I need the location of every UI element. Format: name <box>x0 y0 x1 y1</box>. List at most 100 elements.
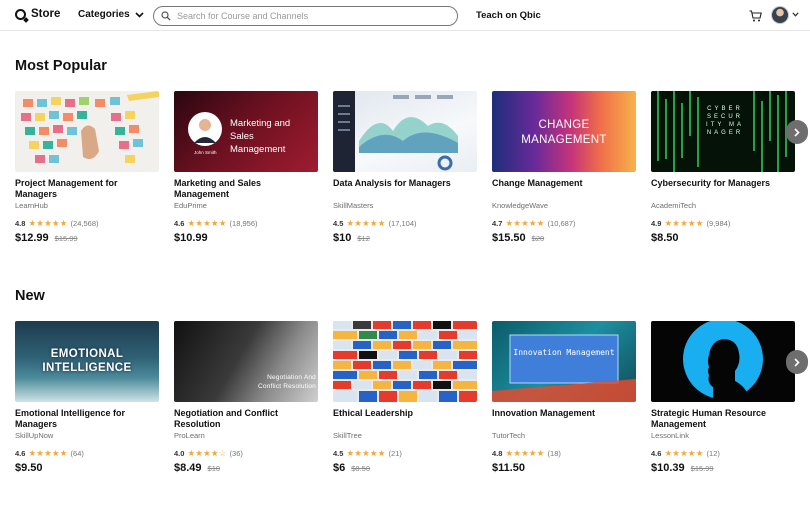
course-thumbnail: Marketing and Sales Management John Smit… <box>174 91 318 172</box>
course-price: $11.50 <box>492 462 636 474</box>
rating-value: 4.9 <box>651 219 662 228</box>
course-thumbnail: Innovation Management <box>492 321 636 402</box>
current-price: $6 <box>333 462 346 474</box>
course-title[interactable]: Ethical Leadership <box>333 408 477 429</box>
course-thumbnail <box>651 321 795 402</box>
star-rating-icon: ★★★★★ <box>505 448 545 458</box>
course-card[interactable]: CHANGE MANAGEMENT Change Management Know… <box>492 91 636 244</box>
star-rating-icon: ★★★★★ <box>28 448 68 458</box>
rating-count: (64) <box>70 449 84 458</box>
user-avatar[interactable] <box>771 6 789 24</box>
search-input[interactable] <box>177 11 447 21</box>
chevron-down-icon <box>135 11 144 18</box>
rating-value: 4.0 <box>174 449 185 458</box>
rating-count: (12) <box>706 449 720 458</box>
course-title[interactable]: Negotiation and Conflict Resolution <box>174 408 318 429</box>
search-icon <box>161 11 171 21</box>
course-price: $10 $12 <box>333 232 477 244</box>
course-provider: ProLearn <box>174 431 205 440</box>
course-card[interactable]: Strategic Human Resource Management Less… <box>651 321 795 474</box>
course-title[interactable]: Change Management <box>492 178 636 199</box>
categories-menu[interactable]: Categories <box>78 9 144 20</box>
course-rating: 4.6 ★★★★★ (64) <box>15 448 159 459</box>
star-rating-icon: ★★★★★ <box>346 218 386 228</box>
chevron-right-icon <box>794 127 800 137</box>
course-title[interactable]: Project Management for Managers <box>15 178 159 199</box>
course-title[interactable]: Emotional Intelligence for Managers <box>15 408 159 429</box>
course-provider: AcademiTech <box>651 201 697 210</box>
course-card[interactable]: Marketing and Sales Management John Smit… <box>174 91 318 244</box>
course-card[interactable]: Ethical Leadership SkillTree 4.5 ★★★★★ (… <box>333 321 477 474</box>
current-price: $10.99 <box>174 232 208 244</box>
next-arrow-button[interactable] <box>786 120 808 144</box>
course-title[interactable]: Cybersecurity for Managers <box>651 178 795 199</box>
course-rating: 4.0 ★★★★☆ (36) <box>174 448 318 459</box>
course-provider: SkillTree <box>333 431 362 440</box>
course-provider: SkillMasters <box>333 201 374 210</box>
cart-icon <box>749 10 762 22</box>
rating-count: (9,984) <box>706 219 731 228</box>
course-title[interactable]: Strategic Human Resource Management <box>651 408 795 429</box>
current-price: $15.50 <box>492 232 526 244</box>
rating-value: 4.7 <box>492 219 503 228</box>
search-bar[interactable] <box>153 6 458 26</box>
course-provider: TutorTech <box>492 431 526 440</box>
current-price: $10 <box>333 232 352 244</box>
original-price: $8.50 <box>351 464 371 473</box>
current-price: $11.50 <box>492 462 526 474</box>
screen-image <box>492 334 636 402</box>
teach-link[interactable]: Teach on Qbic <box>476 10 541 21</box>
avatar-chevron-down-icon[interactable] <box>792 12 799 17</box>
course-thumbnail <box>15 91 159 172</box>
course-thumbnail: EMOTIONAL INTELLIGENCE <box>15 321 159 402</box>
thumbnail-text: EMOTIONAL INTELLIGENCE <box>42 348 132 374</box>
original-price: $15.99 <box>54 234 78 243</box>
logo-text: Store <box>31 8 61 20</box>
rating-count: (36) <box>229 449 243 458</box>
star-rating-icon: ★★★★★ <box>187 218 227 228</box>
thumbnail-text: Innovation Management <box>513 348 615 357</box>
course-title[interactable]: Data Analysis for Managers <box>333 178 477 199</box>
course-card[interactable]: EMOTIONAL INTELLIGENCE Emotional Intelli… <box>15 321 159 474</box>
course-provider: EduPrime <box>174 201 207 210</box>
store-logo[interactable]: Store <box>15 8 60 20</box>
course-provider: KnowledgeWave <box>492 201 549 210</box>
current-price: $10.39 <box>651 462 685 474</box>
original-price: $20 <box>531 234 545 243</box>
star-rating-icon: ★★★★★ <box>664 448 704 458</box>
thumbnail-text: Negotiation And Conflict Resolution <box>258 374 316 390</box>
rating-count: (18,956) <box>229 219 258 228</box>
rating-count: (24,568) <box>70 219 99 228</box>
star-rating-icon: ★★★★★ <box>664 218 704 228</box>
section-title-new: New <box>15 288 45 304</box>
course-rating: 4.5 ★★★★★ (21) <box>333 448 477 459</box>
next-arrow-button[interactable] <box>786 350 808 374</box>
course-rating: 4.6 ★★★★★ (18,956) <box>174 218 318 229</box>
current-price: $8.49 <box>174 462 202 474</box>
course-rating: 4.8 ★★★★★ (24,568) <box>15 218 159 229</box>
course-price: $9.50 <box>15 462 159 474</box>
course-card[interactable]: Negotiation And Conflict Resolution Nego… <box>174 321 318 474</box>
course-thumbnail: CHANGE MANAGEMENT <box>492 91 636 172</box>
original-price: $12 <box>357 234 370 243</box>
chevron-right-icon <box>794 357 800 367</box>
course-provider: SkillUpNow <box>15 431 54 440</box>
course-card[interactable]: Innovation Management Innovation Managem… <box>492 321 636 474</box>
course-title[interactable]: Marketing and Sales Management <box>174 178 318 199</box>
rating-count: (17,104) <box>388 219 417 228</box>
course-card[interactable]: Data Analysis for Managers SkillMasters … <box>333 91 477 244</box>
course-rating: 4.6 ★★★★★ (12) <box>651 448 795 459</box>
course-title[interactable]: Innovation Management <box>492 408 636 429</box>
current-price: $9.50 <box>15 462 43 474</box>
course-card[interactable]: CYBER SECURITY MANAGER Cybersecurity for… <box>651 91 795 244</box>
rating-value: 4.5 <box>333 449 344 458</box>
colored-bricks-image <box>333 321 477 402</box>
course-card[interactable]: Project Management for Managers LearnHub… <box>15 91 159 244</box>
original-price: $10 <box>207 464 221 473</box>
rating-value: 4.6 <box>15 449 26 458</box>
star-rating-icon: ★★★★★ <box>346 448 386 458</box>
current-price: $12.99 <box>15 232 49 244</box>
thumbnail-text: CHANGE MANAGEMENT <box>521 119 607 146</box>
cart-button[interactable] <box>749 9 762 27</box>
top-navbar: Store Categories Teach on Qbic <box>0 0 810 31</box>
